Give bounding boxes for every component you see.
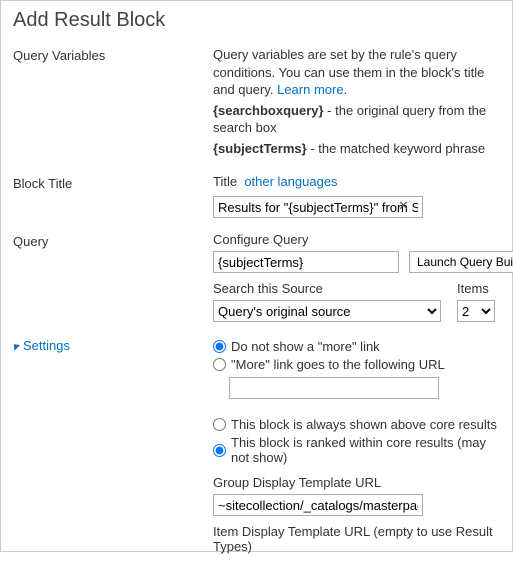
settings-toggle-label: Settings [23,338,70,353]
learn-more-link[interactable]: Learn more [277,82,343,97]
search-source-select[interactable]: Query's original source [213,300,441,322]
section-block-title: Block Title Title other languages ✕ [13,174,500,218]
radio-no-more[interactable] [213,340,226,353]
radio-more-url[interactable] [213,358,226,371]
search-source-label: Search this Source [213,281,323,296]
label-block-title: Block Title [13,174,213,218]
radio-always-above-label: This block is always shown above core re… [231,417,497,432]
qv-desc-period: . [344,82,348,97]
qv-var2-name: {subjectTerms} [213,141,307,156]
query-input[interactable] [213,251,399,273]
qv-var2: {subjectTerms} - the matched keyword phr… [213,140,500,158]
label-query-variables: Query Variables [13,46,213,160]
qv-desc-text: Query variables are set by the rule's qu… [213,47,484,97]
page-title: Add Result Block [1,1,512,46]
radio-always-above[interactable] [213,418,226,431]
section-query: Query Configure Query Launch Query Build… [13,232,500,322]
chevron-down-icon [11,341,20,350]
launch-query-button[interactable]: Launch Query Builder [409,251,513,273]
items-label: Items [457,281,489,296]
radio-ranked-label: This block is ranked within core results… [231,435,500,465]
qv-var1: {searchboxquery} - the original query fr… [213,102,500,137]
settings-toggle[interactable]: Settings [13,338,213,353]
section-query-variables: Query Variables Query variables are set … [13,46,500,160]
radio-no-more-label: Do not show a "more" link [231,339,380,354]
configure-query-label: Configure Query [213,232,308,247]
more-url-input[interactable] [229,377,439,399]
close-icon[interactable]: ✕ [398,198,409,214]
title-input-wrap: ✕ [213,196,413,218]
radio-ranked[interactable] [213,444,226,457]
section-settings: Settings Do not show a "more" link "More… [13,336,500,557]
radio-more-url-label: "More" link goes to the following URL [231,357,445,372]
group-template-input[interactable] [213,494,423,516]
title-input[interactable] [213,196,423,218]
qv-desc: Query variables are set by the rule's qu… [213,46,500,99]
item-template-label: Item Display Template URL (empty to use … [213,524,500,554]
title-field-label: Title [213,174,237,189]
qv-var1-name: {searchboxquery} [213,103,324,118]
qv-var2-desc: - the matched keyword phrase [307,141,485,156]
label-query: Query [13,232,213,322]
group-template-label: Group Display Template URL [213,475,381,490]
other-languages-link[interactable]: other languages [244,174,337,189]
items-select[interactable]: 2 [457,300,495,322]
